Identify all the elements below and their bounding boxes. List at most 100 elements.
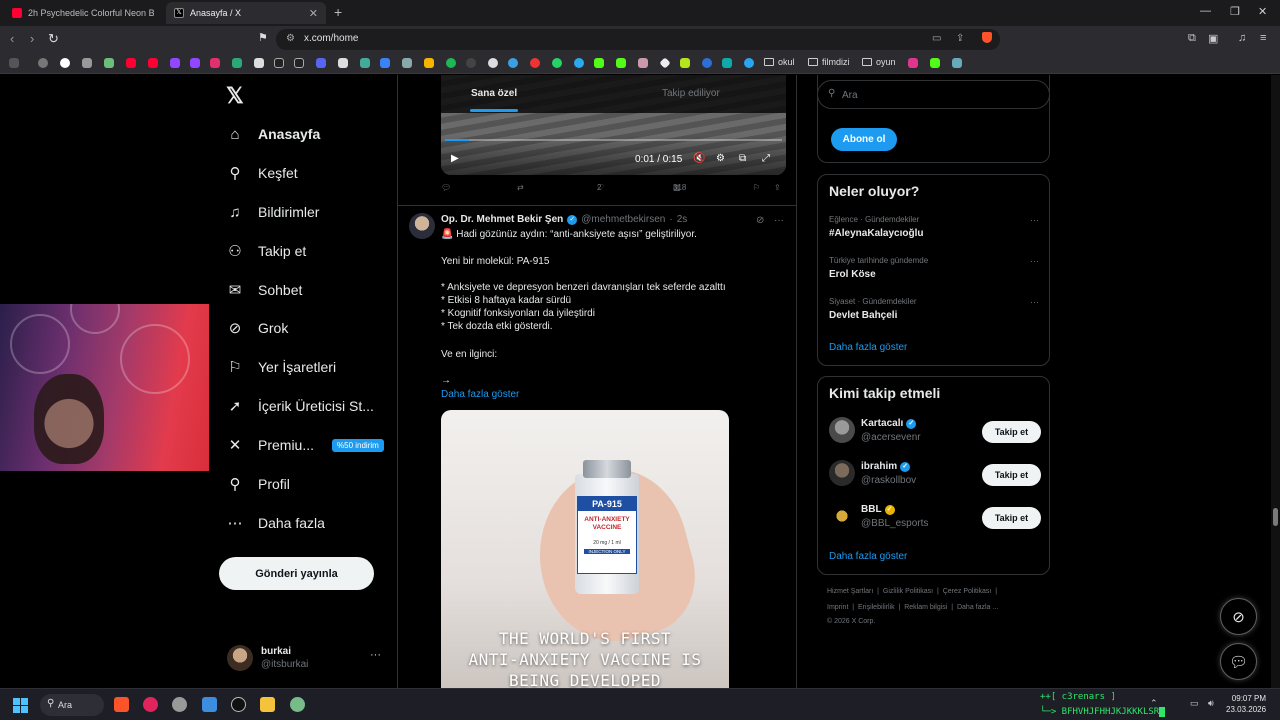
volume-icon[interactable]: 🔊︎ (1208, 698, 1214, 709)
chat-fab-button[interactable]: 💬︎ (1220, 643, 1257, 680)
footer-link[interactable]: Imprint (827, 604, 848, 611)
bookmark-icon[interactable]: ⚐ (753, 183, 760, 192)
bookmark-folder-filmdizi[interactable]: filmdizi (808, 57, 850, 67)
more-icon[interactable]: ··· (1030, 215, 1039, 225)
tab-following[interactable]: Takip ediliyor (662, 88, 720, 99)
search-input[interactable] (842, 87, 1032, 103)
drive-icon[interactable] (424, 58, 434, 68)
bookmark-icon-10[interactable] (530, 58, 540, 68)
more-icon[interactable]: ··· (1030, 297, 1039, 307)
extensions-icon[interactable]: ⧉ (1188, 32, 1196, 45)
bookmark-icon-17[interactable] (908, 58, 918, 68)
tweet-handle[interactable]: @mehmetbekirsen (581, 214, 665, 225)
tab-for-you[interactable]: Sana özel (471, 88, 517, 99)
telegram-icon[interactable] (574, 58, 584, 68)
tweet-image[interactable]: PA-915 ANTI-ANXIETY VACCINE 20 mg / 1 ml… (441, 410, 729, 688)
bookmark-icon-16[interactable] (744, 58, 754, 68)
url-field[interactable]: ⚙ x.com/home ▭ ⇪ (276, 29, 1000, 50)
share-icon[interactable]: ⇪ (956, 33, 964, 44)
kick-icon-3[interactable] (930, 58, 940, 68)
nav-notifications[interactable]: ♫ Bildirimler (226, 199, 319, 225)
footer-link[interactable]: Çerez Politikası (943, 588, 992, 595)
sidebar-icon[interactable]: ▣ (1208, 32, 1218, 45)
bookmark-icon-15[interactable] (722, 58, 732, 68)
cast-icon[interactable]: ▭ (932, 33, 941, 44)
follow-suggestion[interactable]: Kartacalı ✓ @acersevenr Takip et (829, 417, 1041, 447)
bookmark-page-icon[interactable]: ⚑ (258, 31, 268, 44)
discord-taskbar-icon[interactable] (290, 697, 305, 712)
tweet-time[interactable]: 2s (677, 214, 688, 225)
windows-start-icon[interactable] (13, 698, 28, 713)
retweet-icon[interactable]: ⇄ (517, 183, 524, 192)
brave-taskbar-icon[interactable] (114, 697, 129, 712)
pip-icon[interactable]: ⧉ (739, 153, 746, 164)
trends-show-more-link[interactable]: Daha fazla göster (829, 342, 907, 353)
minimize-icon[interactable]: — (1200, 5, 1211, 17)
bookmark-icon-9[interactable] (508, 58, 518, 68)
play-icon[interactable]: ▶ (451, 153, 459, 164)
follow-suggestion[interactable]: ibrahim ✓ @raskollbov Takip et (829, 460, 1041, 490)
youtube-bookmark-icon[interactable] (126, 58, 136, 68)
apps-grid-icon[interactable] (9, 58, 19, 68)
page-scrollbar[interactable] (1271, 75, 1280, 688)
nav-more[interactable]: ⋯ Daha fazla (226, 510, 325, 536)
follow-button[interactable]: Takip et (982, 421, 1041, 443)
settings-icon[interactable]: ⚙ (716, 153, 725, 164)
show-more-link[interactable]: Daha fazla göster (441, 389, 519, 400)
bookmark-icon-5[interactable] (360, 58, 370, 68)
chevron-up-icon[interactable]: ⌃ (1150, 698, 1158, 709)
follow-suggestion[interactable]: BBL ✓ @BBL_esports Takip et (829, 503, 1041, 533)
new-tab-button[interactable]: + (334, 4, 342, 20)
brave-shield-icon[interactable] (982, 32, 992, 43)
trend-item[interactable]: Türkiye tarihinde gündemde Erol Köse ··· (829, 256, 1039, 280)
trend-item[interactable]: Eğlence · Gündemdekiler #AleynaKalaycıoğ… (829, 215, 1039, 239)
search-box[interactable]: ⚲ (817, 80, 1050, 109)
bookmark-icon-14[interactable] (702, 58, 712, 68)
bookmark-folder-okul[interactable]: okul (764, 57, 795, 67)
browser-tab-x[interactable]: 𝕏 Anasayfa / X ✕ (166, 2, 326, 24)
bookmark-icon-7[interactable] (402, 58, 412, 68)
footer-link[interactable]: Gizlilik Politikası (883, 588, 933, 595)
nav-home[interactable]: ⌂ Anasayfa (226, 121, 320, 147)
history-icon[interactable] (38, 58, 48, 68)
fullscreen-icon[interactable]: ⤢ (762, 153, 770, 164)
bookmark-icon-13[interactable] (680, 58, 690, 68)
kick-icon-2[interactable] (616, 58, 626, 68)
system-clock[interactable]: 09:07 PM 23.03.2026 (1226, 693, 1266, 715)
x-bookmark-icon[interactable] (254, 58, 264, 68)
taskbar-search[interactable]: ⚲ Ara (40, 694, 104, 716)
maximize-icon[interactable]: ❐ (1230, 5, 1240, 18)
bookmark-icon-6[interactable] (380, 58, 390, 68)
share-icon[interactable]: ⇪ (774, 183, 781, 192)
youtube-bookmark-icon-2[interactable] (148, 58, 158, 68)
nav-follow[interactable]: ⚇ Takip et (226, 238, 306, 264)
file-explorer-icon[interactable] (260, 697, 275, 712)
forward-icon[interactable]: › (30, 31, 34, 46)
footer-link[interactable]: Erişilebilirlik (858, 604, 895, 611)
avatar[interactable] (409, 213, 435, 239)
twitch-icon-2[interactable] (190, 58, 200, 68)
bookmark-icon-11[interactable] (638, 58, 648, 68)
twitch-icon[interactable] (170, 58, 180, 68)
network-icon[interactable]: ▭ (1190, 698, 1199, 709)
github-icon[interactable] (488, 58, 498, 68)
footer-link[interactable]: Daha fazla ... (957, 604, 998, 611)
mute-icon[interactable]: 🔇 (693, 153, 705, 164)
tiktok-icon[interactable] (274, 58, 284, 68)
browser-tab-youtube[interactable]: 2h Psychedelic Colorful Neon Backgr (4, 2, 162, 24)
tiktok-icon-2[interactable] (294, 58, 304, 68)
taskbar-app-icon[interactable] (172, 697, 187, 712)
post-button[interactable]: Gönderi yayınla (219, 557, 374, 590)
footer-link[interactable]: Hizmet Şartları (827, 588, 873, 595)
grok-taskbar-icon[interactable] (231, 697, 246, 712)
bookmark-folder-oyun[interactable]: oyun (862, 57, 896, 67)
bookmark-icon-1[interactable] (82, 58, 92, 68)
instagram-icon[interactable] (210, 58, 220, 68)
x-logo-icon[interactable]: 𝕏 (226, 83, 244, 109)
nav-creator-studio[interactable]: ➚ İçerik Üreticisi St... (226, 393, 374, 419)
video-progress[interactable] (445, 139, 782, 141)
window-close-icon[interactable]: ✕ (1258, 5, 1267, 18)
site-info-icon[interactable]: ⚙ (286, 33, 295, 44)
follow-button[interactable]: Takip et (982, 464, 1041, 486)
whatsapp-icon[interactable] (552, 58, 562, 68)
